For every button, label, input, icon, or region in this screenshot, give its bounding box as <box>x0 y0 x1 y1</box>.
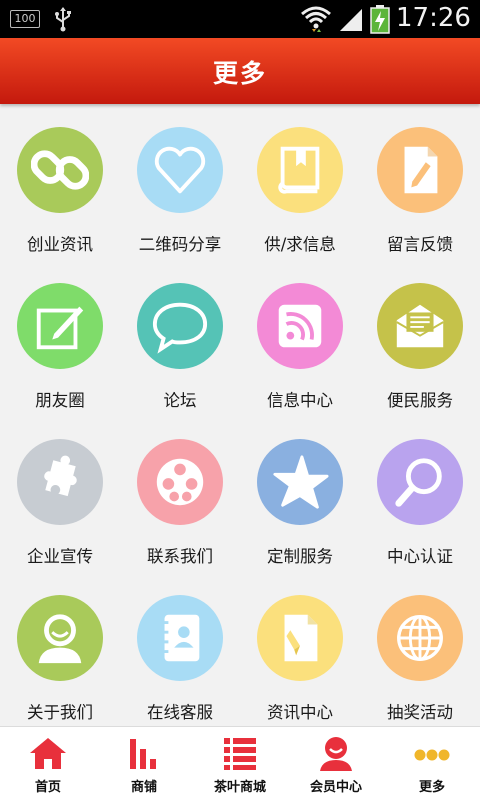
tab-home[interactable]: 首页 <box>0 727 96 800</box>
grid-item-circle <box>137 595 223 681</box>
bar-chart-icon <box>130 739 156 769</box>
grid-item-startup-news[interactable]: 创业资讯 <box>0 104 120 260</box>
status-clock: 17:26 <box>396 3 471 33</box>
grid-item-circle <box>17 439 103 525</box>
grid-item-lottery[interactable]: 抽奖活动 <box>360 572 480 726</box>
tab-shops[interactable]: 商铺 <box>96 727 192 800</box>
signal-icon <box>340 9 362 31</box>
grid-item-label: 创业资讯 <box>27 235 93 254</box>
grid-item-circle <box>137 127 223 213</box>
book-icon <box>278 146 320 194</box>
grid-item-online-service[interactable]: 在线客服 <box>120 572 240 726</box>
tab-tea-mall[interactable]: 茶叶商城 <box>192 727 288 800</box>
grid-item-label: 资讯中心 <box>267 703 333 722</box>
grid-item-info-center[interactable]: 信息中心 <box>240 260 360 416</box>
document-edit-icon <box>284 614 318 662</box>
list-icon <box>224 738 256 770</box>
user-icon <box>38 614 82 664</box>
grid-item-label: 便民服务 <box>387 391 453 410</box>
grid-item-label: 二维码分享 <box>138 235 222 254</box>
tab-more[interactable]: 更多 <box>384 727 480 800</box>
link-icon <box>31 150 89 190</box>
grid-item-circle <box>377 439 463 525</box>
grid-item-circle <box>17 283 103 369</box>
film-reel-icon <box>156 458 204 506</box>
status-bar: 100 17:26 <box>0 0 480 38</box>
note-edit-icon <box>404 146 438 194</box>
puzzle-icon <box>44 455 77 497</box>
grid-item-about-us[interactable]: 关于我们 <box>0 572 120 726</box>
header-bar: 更多 <box>0 38 480 104</box>
grid-item-label: 供/求信息 <box>264 235 336 254</box>
grid-item-label: 关于我们 <box>27 703 93 722</box>
grid-item-circle <box>137 283 223 369</box>
grid-item-forum[interactable]: 论坛 <box>120 260 240 416</box>
grid-item-label: 定制服务 <box>267 547 333 566</box>
grid-item-supply-demand[interactable]: 供/求信息 <box>240 104 360 260</box>
grid-item-circle <box>257 283 343 369</box>
grid-item-certification[interactable]: 中心认证 <box>360 416 480 572</box>
more-dots-icon <box>414 749 450 761</box>
envelope-icon <box>396 304 444 348</box>
tab-label: 会员中心 <box>309 780 362 795</box>
grid-item-news-center[interactable]: 资讯中心 <box>240 572 360 726</box>
grid-item-promotion[interactable]: 企业宣传 <box>0 416 120 572</box>
tab-member-center[interactable]: 会员中心 <box>288 727 384 800</box>
grid-item-label: 抽奖活动 <box>387 703 453 722</box>
grid-item-friends-circle[interactable]: 朋友圈 <box>0 260 120 416</box>
contacts-book-icon <box>160 614 200 662</box>
bottom-tab-bar: 首页 商铺 茶叶商城 会员中心 更多 <box>0 726 480 800</box>
star-icon <box>273 455 329 509</box>
member-icon <box>320 737 352 771</box>
tab-label: 茶叶商城 <box>213 780 266 795</box>
tab-label: 更多 <box>418 780 445 795</box>
grid-item-label: 论坛 <box>163 391 197 410</box>
grid-item-circle <box>257 439 343 525</box>
grid-item-label: 留言反馈 <box>387 235 453 254</box>
battery-charging-icon <box>370 5 390 34</box>
wifi-icon <box>301 6 331 32</box>
tab-label: 商铺 <box>130 780 157 795</box>
grid-item-convenience[interactable]: 便民服务 <box>360 260 480 416</box>
grid-item-contact-us[interactable]: 联系我们 <box>120 416 240 572</box>
grid-item-circle <box>17 127 103 213</box>
grid-item-circle <box>17 595 103 681</box>
grid-item-circle <box>257 595 343 681</box>
home-icon <box>30 738 66 769</box>
grid-item-circle <box>257 127 343 213</box>
grid-item-circle <box>377 595 463 681</box>
grid-item-feedback[interactable]: 留言反馈 <box>360 104 480 260</box>
tab-label: 首页 <box>34 780 61 795</box>
chat-bubble-icon <box>152 302 208 354</box>
page-title: 更多 <box>212 59 267 88</box>
grid-item-circle <box>377 127 463 213</box>
grid-item-label: 在线客服 <box>147 703 213 722</box>
grid-item-circle <box>137 439 223 525</box>
magnifier-icon <box>395 458 442 507</box>
battery-level-badge: 100 <box>10 10 40 28</box>
grid-item-label: 联系我们 <box>147 547 213 566</box>
grid-item-label: 朋友圈 <box>35 391 85 410</box>
grid-item-custom-service[interactable]: 定制服务 <box>240 416 360 572</box>
grid-item-label: 信息中心 <box>267 391 333 410</box>
usb-icon <box>55 7 71 32</box>
globe-icon <box>397 615 443 661</box>
grid-item-circle <box>377 283 463 369</box>
edit-square-icon <box>36 306 84 350</box>
grid-item-label: 中心认证 <box>387 547 453 566</box>
grid-item-qr-share[interactable]: 二维码分享 <box>120 104 240 260</box>
feature-grid: 创业资讯 二维码分享 供/求信息 留言反馈 朋友圈 论坛 信息中心 便民服务 企… <box>0 104 480 726</box>
heart-icon <box>154 146 206 194</box>
rss-icon <box>278 304 322 348</box>
grid-item-label: 企业宣传 <box>27 547 93 566</box>
